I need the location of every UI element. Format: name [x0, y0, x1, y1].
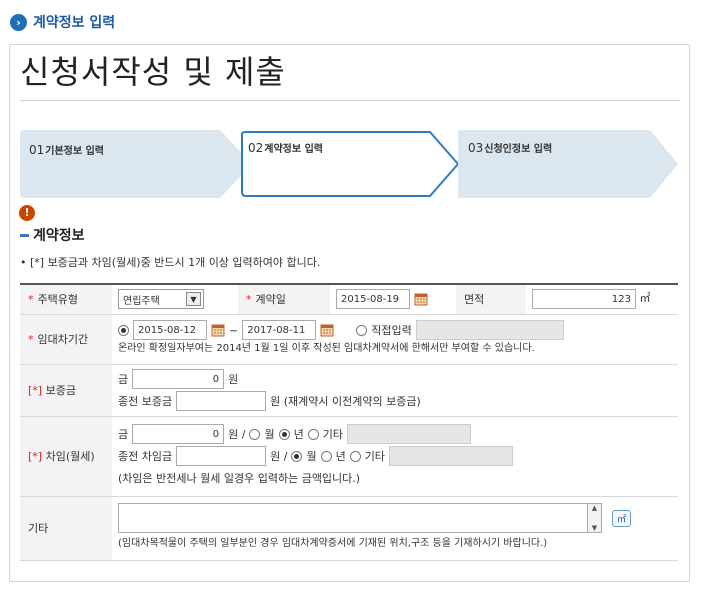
row-rent: [*] 차임(월세) 금 원 / 월 년 기타 종전 차임금 원 / 월 — [20, 416, 678, 497]
deposit-amount-label: 금 — [118, 373, 129, 386]
contract-date-cell — [330, 284, 456, 315]
rent-month-radio[interactable] — [249, 428, 261, 440]
step-1-label: 기본정보 입력 — [45, 146, 104, 157]
page-title: 신청서작성 및 제출 — [20, 53, 286, 91]
section-title: 계약정보 — [20, 225, 85, 245]
step-2-label: 계약정보 입력 — [264, 144, 323, 155]
rent-other-input[interactable] — [346, 424, 471, 444]
etc-cell: ▲ ▼ ㎡ (임대차목적물이 주택의 일부분인 경우 임대차계약증서에 기재된 위… — [112, 496, 678, 561]
direct-input-label: 직접입력 — [371, 324, 412, 337]
area-input[interactable] — [532, 289, 636, 310]
row-deposit: [*] 보증금 금 원 종전 보증금 원 (재계약시 이전계약의 보증금) — [20, 364, 678, 417]
row-lease-period: *임대차기간 ~ 직접입력 온라인 확정일자부여는 2014년 1월 1일 이후… — [20, 314, 678, 365]
unit-m2-button[interactable]: ㎡ — [612, 509, 632, 527]
area-cell: ㎡ — [526, 284, 678, 315]
rent-amount-label: 금 — [118, 428, 129, 441]
textarea-scrollbar[interactable]: ▲ ▼ — [588, 503, 602, 533]
prev-rent-won: 원 / — [270, 450, 288, 463]
lease-end-input[interactable] — [242, 320, 317, 340]
chevron-right-icon: › — [10, 13, 27, 31]
prev-rent-other-label: 기타 — [364, 450, 385, 463]
etc-textarea[interactable] — [118, 503, 588, 533]
area-unit: ㎡ — [639, 291, 651, 305]
step-3-label: 신청인정보 입력 — [484, 144, 553, 155]
step-3-number: 03 — [468, 141, 484, 155]
scroll-down-icon[interactable]: ▼ — [592, 524, 597, 532]
rent-year-label: 년 — [293, 428, 304, 441]
prev-rent-other-input[interactable] — [388, 446, 513, 466]
deposit-won: 원 — [228, 373, 239, 386]
direct-input-field[interactable] — [415, 320, 564, 340]
etc-note: (임대차목적물이 주택의 일부분인 경우 임대차계약증서에 기재된 위치,구조 … — [118, 538, 548, 549]
prev-rent-year-radio[interactable] — [320, 450, 332, 462]
housing-type-label: * 주택유형 — [20, 284, 112, 315]
period-date-radio[interactable] — [118, 324, 129, 336]
prev-rent-label: 종전 차임금 — [118, 450, 173, 463]
tilde: ~ — [229, 323, 239, 337]
direct-input-radio[interactable] — [356, 324, 368, 336]
contract-form: *주택유형 연립주택 ▼ *계약일 면적 ㎡ *임대차기간 ~ — [20, 283, 678, 561]
row-etc: 기타 ▲ ▼ ㎡ (임대차목적물이 주택의 일부분인 경우 임대차계약증서에 기재… — [20, 496, 678, 561]
housing-type-value: 연립주택 — [123, 295, 160, 307]
rent-month-label: 월 — [264, 428, 275, 441]
step-2: 02계약정보 입력 — [248, 140, 323, 155]
scroll-up-icon[interactable]: ▲ — [592, 504, 597, 512]
step-1-number: 01 — [29, 143, 45, 157]
rent-label: [*] 차임(월세) — [20, 416, 112, 497]
rent-other-label: 기타 — [322, 428, 343, 441]
lease-period-label: * 임대차기간 — [20, 314, 112, 365]
rent-won: 원 / — [228, 428, 246, 441]
rent-cell: 금 원 / 월 년 기타 종전 차임금 원 / 월 년 기타 — [112, 416, 678, 497]
lease-period-cell: ~ 직접입력 온라인 확정일자부여는 2014년 1월 1일 이후 작성된 임대… — [112, 314, 678, 365]
step-2-number: 02 — [248, 141, 264, 155]
prev-deposit-unit: 원 (재계약시 이전계약의 보증금) — [270, 395, 421, 408]
alert-icon: ! — [19, 205, 35, 221]
rent-year-radio[interactable] — [278, 428, 290, 440]
row-housing: *주택유형 연립주택 ▼ *계약일 면적 ㎡ — [20, 284, 678, 315]
page-header: › 계약정보 입력 — [10, 12, 115, 32]
prev-deposit-label: 종전 보증금 — [118, 395, 173, 408]
housing-type-select[interactable]: 연립주택 ▼ — [118, 289, 204, 310]
step-1: 01기본정보 입력 — [29, 142, 104, 157]
rent-amount-input[interactable] — [132, 424, 225, 444]
lease-start-input[interactable] — [133, 320, 207, 340]
prev-rent-month-radio[interactable] — [291, 450, 303, 462]
prev-rent-month-label: 월 — [306, 450, 317, 463]
etc-label: 기타 — [20, 496, 112, 561]
section-title-text: 계약정보 — [33, 228, 85, 244]
prev-rent-year-label: 년 — [335, 450, 346, 463]
calendar-icon[interactable] — [211, 323, 225, 337]
lease-period-note: 온라인 확정일자부여는 2014년 1월 1일 이후 작성된 임대차계약서에 한… — [118, 343, 535, 354]
prev-deposit-input[interactable] — [176, 391, 267, 411]
step-3: 03신청인정보 입력 — [468, 140, 552, 155]
contract-date-label: * 계약일 — [238, 284, 330, 315]
rent-note: (차임은 반전세나 월세 일경우 입력하는 금액입니다.) — [118, 472, 361, 485]
dropdown-arrow-icon: ▼ — [186, 292, 201, 307]
section-bar-icon — [20, 233, 29, 237]
deposit-label: [*] 보증금 — [20, 364, 112, 417]
contract-date-input[interactable] — [336, 289, 410, 310]
title-divider — [20, 100, 680, 101]
housing-type-cell: 연립주택 ▼ — [112, 284, 238, 315]
step-arrows — [20, 130, 678, 198]
area-label: 면적 — [456, 284, 526, 315]
prev-rent-other-radio[interactable] — [349, 450, 361, 462]
header-title: 계약정보 입력 — [33, 15, 116, 31]
step-indicator: 01기본정보 입력 02계약정보 입력 03신청인정보 입력 — [20, 130, 680, 198]
deposit-amount-input[interactable] — [132, 369, 225, 389]
deposit-cell: 금 원 종전 보증금 원 (재계약시 이전계약의 보증금) — [112, 364, 678, 417]
calendar-icon[interactable] — [320, 323, 334, 337]
calendar-icon[interactable] — [414, 292, 428, 306]
rent-other-radio[interactable] — [307, 428, 319, 440]
required-notice: • [*] 보증금과 차임(월세)중 반드시 1개 이상 입력하여야 합니다. — [20, 256, 321, 269]
prev-rent-input[interactable] — [176, 446, 267, 466]
